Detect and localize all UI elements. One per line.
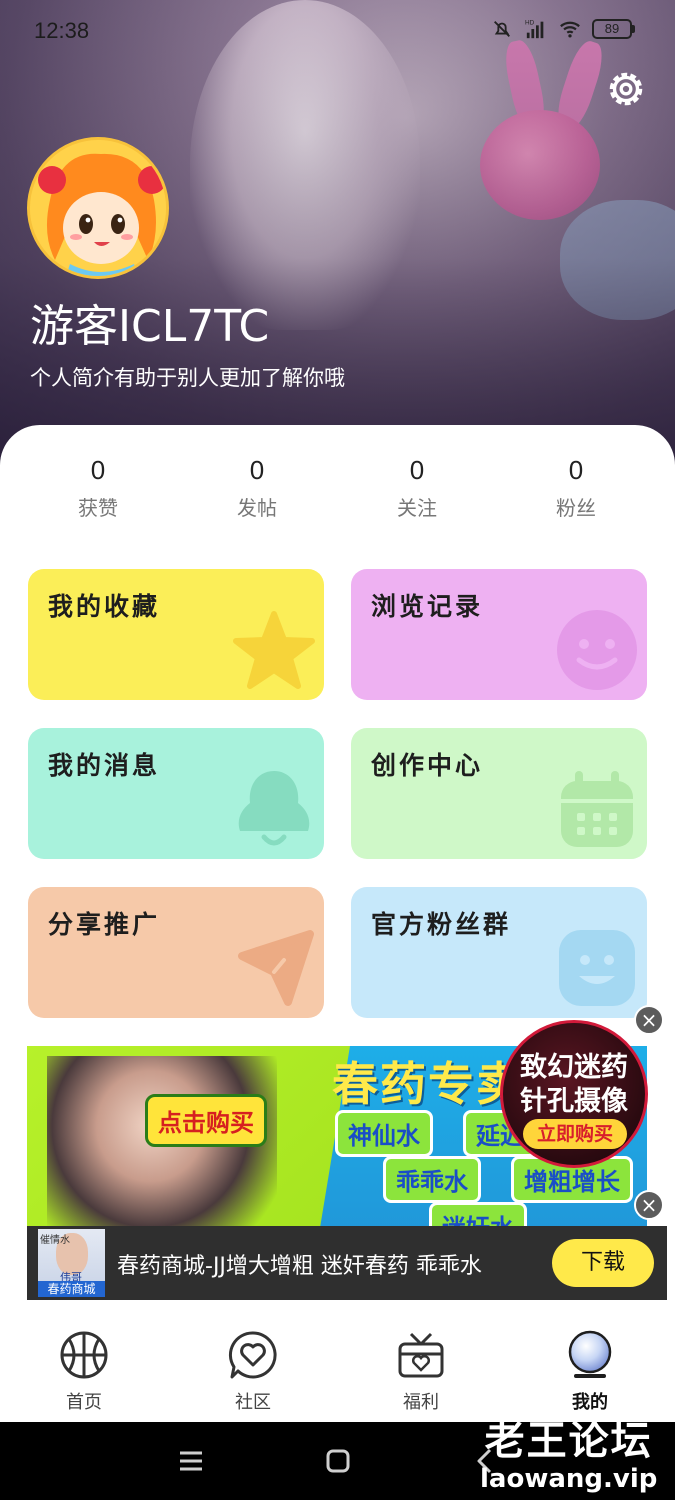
watermark-url: laowang.vip: [480, 1464, 658, 1494]
status-icons: HD 89: [490, 18, 635, 40]
tile-favorites[interactable]: 我的收藏: [28, 569, 324, 700]
menu-icon[interactable]: [176, 1446, 206, 1476]
stat-label: 获赞: [78, 496, 118, 520]
ad-close-icon[interactable]: ×: [634, 1005, 664, 1035]
wifi-icon: [560, 21, 580, 38]
stat-fans[interactable]: 0 粉丝: [516, 455, 636, 521]
ad-image: [47, 1056, 277, 1246]
basketball-icon: [60, 1331, 108, 1379]
download-ad-bar[interactable]: 催情水 伟哥 春药商城 春药商城-JJ增大增粗 迷奸春药 乖乖水 下载: [27, 1226, 667, 1300]
settings-gear-icon[interactable]: [603, 66, 649, 112]
network-label: HD: [525, 19, 535, 26]
ad-floating-badge[interactable]: 致幻迷药 针孔摄像 立即购买: [500, 1020, 648, 1168]
stat-posts[interactable]: 0 发帖: [197, 455, 317, 521]
tile-creator-center[interactable]: 创作中心: [351, 728, 647, 859]
download-ad-thumbnail: 催情水 伟哥 春药商城: [38, 1229, 105, 1297]
calendar-icon: [561, 771, 633, 847]
tile-label: 分享推广: [48, 910, 161, 939]
download-button[interactable]: 下载: [552, 1239, 654, 1287]
mute-bell-icon: [494, 21, 510, 37]
bell-icon: [238, 771, 310, 846]
ad-title: 春药专卖: [332, 1057, 524, 1111]
nav-mine[interactable]: 我的: [535, 1330, 645, 1414]
stat-label: 关注: [397, 496, 437, 520]
stat-label: 发帖: [237, 496, 277, 520]
tile-label: 我的收藏: [48, 592, 161, 621]
thumb-caption: 春药商城: [38, 1281, 105, 1297]
stat-value: 0: [568, 455, 584, 485]
stat-likes[interactable]: 0 获赞: [38, 455, 158, 521]
battery-icon: 89: [592, 19, 635, 39]
tile-history[interactable]: 浏览记录: [351, 569, 647, 700]
bottom-nav: 首页 社区 福利 我的: [0, 1320, 675, 1420]
ad-badge-button[interactable]: 立即购买: [523, 1119, 627, 1149]
nav-label: 首页: [66, 1392, 102, 1413]
profile-screen: 12:38 HD 89 游客ICL7TC 个人简介有助于别人更加了解你哦 0 获…: [0, 0, 675, 1500]
status-bar: 12:38 HD 89: [0, 0, 675, 60]
tile-label: 浏览记录: [371, 592, 484, 621]
stat-label: 粉丝: [556, 496, 596, 520]
nav-home[interactable]: 首页: [29, 1330, 139, 1414]
avatar-illustration: [30, 140, 166, 276]
nav-welfare[interactable]: 福利: [366, 1330, 476, 1414]
username: 游客ICL7TC: [30, 301, 270, 352]
bio-text[interactable]: 个人简介有助于别人更加了解你哦: [30, 362, 345, 392]
gift-box-icon: [398, 1332, 444, 1378]
stat-value: 0: [249, 455, 265, 485]
watermark-title: 老王论坛: [484, 1418, 653, 1464]
download-bar-close-icon[interactable]: ×: [634, 1190, 664, 1220]
nav-community[interactable]: 社区: [198, 1330, 308, 1414]
ad-tag: 乖乖水: [383, 1156, 481, 1203]
home-icon[interactable]: [323, 1446, 353, 1476]
nav-label: 社区: [235, 1392, 271, 1413]
stats-row: 0 获赞 0 发帖 0 关注 0 粉丝: [0, 455, 675, 525]
tile-messages[interactable]: 我的消息: [28, 728, 324, 859]
signal-icon: HD: [525, 19, 544, 39]
ad-badge-line2: 针孔摄像: [520, 1086, 628, 1117]
smile-face-icon: [557, 610, 637, 690]
ad-tag: 神仙水: [335, 1110, 433, 1157]
tile-share-promote[interactable]: 分享推广: [28, 887, 324, 1018]
avatar[interactable]: [27, 137, 169, 279]
heart-chat-icon: [228, 1331, 277, 1379]
ad-buy-button[interactable]: 点击购买: [145, 1094, 267, 1147]
stat-value: 0: [409, 455, 425, 485]
battery-level: 89: [592, 19, 632, 39]
download-ad-text: 春药商城-JJ增大增粗 迷奸春药 乖乖水: [117, 1254, 482, 1279]
tile-label: 创作中心: [371, 751, 484, 780]
status-time: 12:38: [34, 18, 90, 43]
tile-label: 我的消息: [48, 751, 161, 780]
profile-orb-icon: [568, 1330, 612, 1378]
tile-official-fan-group[interactable]: 官方粉丝群: [351, 887, 647, 1018]
watermark: 老王论坛 laowang.vip: [480, 1408, 657, 1494]
stat-following[interactable]: 0 关注: [357, 455, 477, 521]
star-icon: [233, 611, 315, 689]
thumb-text: 催情水: [40, 1235, 70, 1246]
group-face-icon: [559, 930, 635, 1006]
stat-value: 0: [90, 455, 106, 485]
nav-label: 福利: [403, 1392, 439, 1413]
send-icon: [238, 930, 314, 1006]
tile-label: 官方粉丝群: [371, 910, 512, 939]
